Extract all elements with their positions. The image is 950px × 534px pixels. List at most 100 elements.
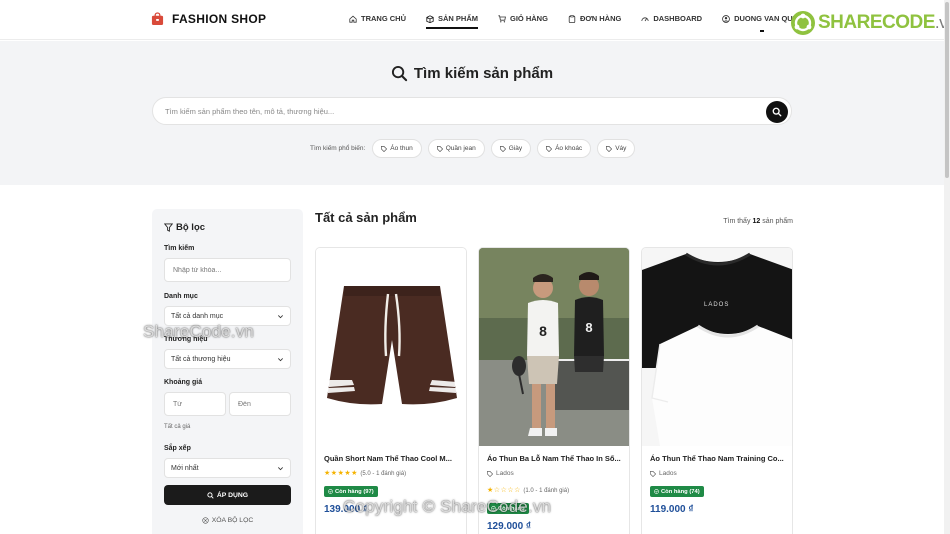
product-rating: ★ ★ ★ ★ ★ (5.0 - 1 đánh giá) [324,470,406,477]
stock-badge: Còn hàng (74) [650,486,704,497]
star-filled-icon: ★ [337,470,344,477]
popular-label: Tìm kiếm phổ biến: [310,145,366,152]
nav-item-cart[interactable]: GIỎ HÀNG [498,14,548,23]
search-hero: Tìm kiếm sản phẩm Tìm kiếm phổ biến: Áo … [0,41,944,185]
box-icon [426,14,434,23]
result-count-prefix: Tìm thấy [723,218,751,225]
product-card[interactable]: Quần Short Nam Thể Thao Cool M... ★ ★ ★ ★ ★ … [315,247,467,534]
price-label: Khoảng giá [164,379,203,386]
popular-tag-label: Váy [615,145,627,152]
keyword-input[interactable] [164,258,291,282]
popular-tag[interactable]: Quần jean [427,139,485,158]
apply-filter-label: ÁP DỤNG [216,491,249,499]
category-label: Danh mục [164,293,198,300]
cart-icon [498,14,506,22]
sort-select[interactable]: Mới nhất [164,458,291,478]
user-indicator [760,30,765,32]
result-count-number: 12 [752,218,761,225]
nav-item-dashboard[interactable]: DASHBOARD [641,14,702,23]
product-name[interactable]: Quần Short Nam Thể Thao Cool M... [324,454,460,463]
product-image[interactable] [316,248,466,446]
result-count-suffix: sản phẩm [762,218,793,225]
clear-filter-button[interactable]: XÓA BỘ LỌC [164,513,291,527]
svg-text:8: 8 [585,320,592,335]
search-box [152,97,792,125]
price-to-input[interactable] [229,392,291,416]
watermark: Copyright © ShareCode.vn [343,497,552,516]
tag-icon [381,145,388,152]
home-icon [349,15,357,23]
sort-select-value: Mới nhất [171,464,199,472]
chevron-down-icon [278,466,283,470]
tag-icon [487,470,493,477]
gauge-icon [641,16,649,21]
check-circle-icon [328,489,333,494]
filter-title: Bộ lọc [164,222,205,233]
sharecode-logo-icon [791,11,815,35]
star-filled-icon: ★ [351,470,358,477]
tanktop-photo: 8 8 [479,248,629,446]
product-image[interactable]: LADOS [642,248,792,446]
search-icon [391,65,408,82]
chevron-down-icon [278,314,283,318]
category-select-value: Tất cả danh mục [171,312,224,320]
nav-label-dashboard: DASHBOARD [653,14,703,23]
sort-label: Sắp xếp [164,445,191,452]
star-filled-icon: ★ [344,470,351,477]
brand[interactable]: FASHION SHOP [151,12,266,26]
sharecode-logo-text: SHARECODE.vn [818,12,950,34]
page-scrollbar[interactable] [944,0,950,534]
product-name[interactable]: Áo Thun Ba Lỗ Nam Thể Thao In Số... [487,454,623,463]
stock-text: Còn hàng (74) [661,488,700,495]
popular-tag[interactable]: Áo thun [372,139,422,158]
star-empty-icon: ☆ [514,487,521,494]
main-menu: TRANG CHỦ SẢN PHẨM GIỎ HÀNG ĐƠN HÀNG DAS… [349,14,798,32]
star-empty-icon: ☆ [507,487,514,494]
nav-label-products: SẢN PHẨM [438,14,479,23]
popular-tag[interactable]: Áo khoác [537,139,592,158]
scrollbar-thumb[interactable] [945,2,949,178]
funnel-icon [164,223,173,232]
product-card[interactable]: 8 8 Áo Thun Ba Lỗ Nam Thể Thao In Số... … [478,247,630,534]
price-from-input[interactable] [164,392,226,416]
nav-item-orders[interactable]: ĐƠN HÀNG [568,14,621,23]
shopping-bag-icon [151,12,164,26]
product-name[interactable]: Áo Thun Thể Thao Nam Training Co... [650,454,786,463]
popular-tag[interactable]: Giày [490,139,532,158]
tag-icon [650,470,656,477]
search-icon [207,491,214,499]
sharecode-logo: SHARECODE.vn [790,10,950,36]
popular-tag-label: Áo thun [390,145,413,152]
popular-tag[interactable]: Váy [597,139,636,158]
rating-stars: ★ ☆ ☆ ☆ ☆ [487,487,520,494]
sharecode-logo-name: SHARECODE [818,12,935,33]
nav-item-home[interactable]: TRANG CHỦ [349,14,406,23]
search-input[interactable] [165,98,755,124]
tag-icon [546,145,553,152]
search-button[interactable] [766,101,788,123]
stock-text: Còn hàng (97) [335,488,374,495]
apply-filter-button[interactable]: ÁP DỤNG [164,485,291,505]
rating-stars: ★ ★ ★ ★ ★ [324,470,357,477]
user-icon [722,14,730,23]
brand-select[interactable]: Tất cả thương hiệu [164,349,291,369]
product-rating: ★ ☆ ☆ ☆ ☆ (1.0 - 1 đánh giá) [487,487,569,494]
svg-text:LADOS: LADOS [704,302,729,308]
nav-item-user[interactable]: DUONG VAN QUY [722,14,798,32]
brand-name: FASHION SHOP [172,12,267,26]
star-filled-icon: ★ [324,470,331,477]
keyword-label: Tìm kiếm [164,245,195,252]
star-empty-icon: ☆ [493,487,501,494]
watermark: ShareCode.vn [143,322,255,341]
product-brand-text: Lados [496,470,514,477]
product-image[interactable]: 8 8 [479,248,629,446]
star-filled-icon: ★ [330,470,338,477]
star-filled-icon: ★ [487,487,494,494]
popular-searches: Tìm kiếm phổ biến: Áo thun Quần jean Già… [310,139,636,158]
close-circle-icon [202,516,209,524]
nav-item-products[interactable]: SẢN PHẨM [426,14,479,29]
shorts-image [316,248,466,446]
chevron-down-icon [278,357,283,361]
product-card[interactable]: LADOS Áo Thun Thể Thao Nam Training Co..… [641,247,793,534]
clear-filter-label: XÓA BỘ LỌC [211,516,254,524]
